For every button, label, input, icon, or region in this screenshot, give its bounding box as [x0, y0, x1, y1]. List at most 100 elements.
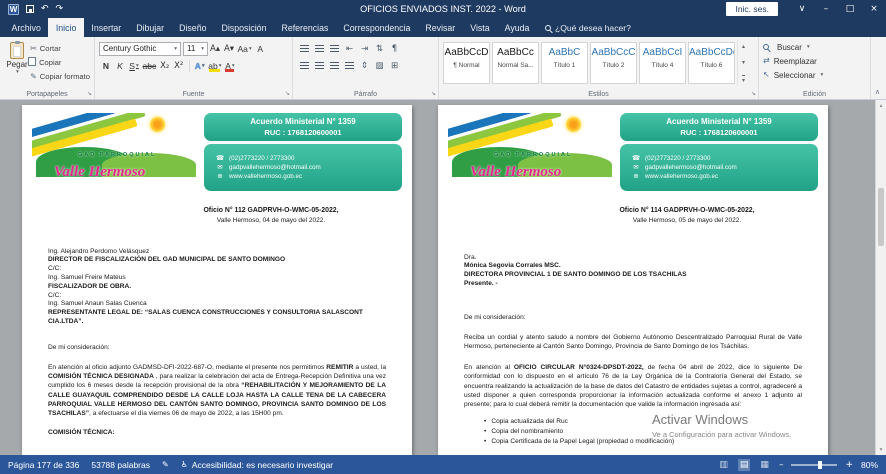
ribbon-tab[interactable]: Insertar — [84, 18, 129, 37]
style-card[interactable]: AaBbCc Normal Sa... — [492, 42, 539, 84]
grow-font-button[interactable]: A▴ — [209, 41, 222, 56]
align-left-button[interactable] — [297, 58, 312, 73]
zoom-slider-thumb[interactable] — [818, 461, 822, 469]
maximize-button[interactable]: □ — [838, 0, 862, 18]
zoom-in-button[interactable]: + — [845, 460, 853, 470]
ribbon-tab[interactable]: Diseño — [172, 18, 214, 37]
style-card[interactable]: AaBbCcI Título 4 — [639, 42, 686, 84]
ribbon-tab[interactable]: Disposición — [214, 18, 274, 37]
sign-in-button[interactable]: Inic. ses. — [726, 2, 778, 16]
letterhead: GAD PARROQUIAL Valle Hermoso Acuerdo Min… — [32, 113, 402, 191]
recipient-line: FISCALIZADOR DE OBRA. — [48, 283, 386, 292]
style-card[interactable]: AaBbCcD ¶ Normal — [443, 42, 490, 84]
scroll-down-icon[interactable]: ▾ — [876, 444, 886, 455]
tell-me-box[interactable]: ¿Qué desea hacer? — [545, 18, 631, 37]
align-right-button[interactable] — [327, 58, 342, 73]
collapse-ribbon-icon[interactable]: ∧ — [875, 88, 880, 96]
dialog-launcher-icon[interactable]: ↘ — [431, 91, 436, 97]
ribbon-tab[interactable]: Inicio — [48, 18, 84, 37]
style-card[interactable]: AaBbCcC Título 2 — [590, 42, 637, 84]
titlebar-controls: Inic. ses. ∨ – □ × — [726, 0, 886, 18]
minimize-button[interactable]: – — [814, 0, 838, 18]
word-count[interactable]: 53788 palabras — [91, 460, 150, 470]
dialog-launcher-icon[interactable]: ↘ — [87, 91, 92, 97]
shrink-font-button[interactable]: A▾ — [223, 41, 236, 56]
superscript-button[interactable]: X² — [172, 58, 185, 73]
show-marks-button[interactable]: ¶ — [387, 41, 402, 56]
ribbon-tab[interactable]: Referencias — [274, 18, 336, 37]
proofing-errors-icon[interactable]: ✎ — [162, 461, 169, 469]
bold-button[interactable]: N — [100, 58, 113, 73]
ribbon-tab[interactable]: Dibujar — [129, 18, 172, 37]
cut-button[interactable]: ✂ Cortar — [30, 42, 90, 55]
dialog-launcher-icon[interactable]: ↘ — [751, 91, 756, 97]
redo-icon[interactable]: ↷ — [56, 5, 64, 14]
print-layout-button[interactable]: ▤ — [738, 459, 751, 471]
clipboard-group: Pegar ▾ ✂ Cortar Copiar ✎ Copiar formato — [0, 37, 95, 99]
close-button[interactable]: × — [862, 0, 886, 18]
sort-button[interactable]: ⇅ — [372, 41, 387, 56]
strikethrough-button[interactable]: abc — [142, 58, 158, 73]
ribbon-tab[interactable]: Revisar — [418, 18, 463, 37]
document-page-2[interactable]: GAD PARROQUIAL Valle Hermoso Acuerdo Min… — [438, 105, 828, 455]
decrease-indent-button[interactable]: ⇤ — [342, 41, 357, 56]
undo-icon[interactable]: ↶ — [41, 5, 49, 14]
document-page-1[interactable]: GAD PARROQUIAL Valle Hermoso Acuerdo Min… — [22, 105, 412, 455]
styles-gallery-scroll: ▴ ▾ ▾ — [737, 40, 749, 86]
ribbon-tab[interactable]: Vista — [463, 18, 497, 37]
accessibility-icon: ♿ — [181, 461, 188, 469]
dialog-launcher-icon[interactable]: ↘ — [285, 91, 290, 97]
shading-button[interactable]: ▨ — [372, 58, 387, 73]
subscript-button[interactable]: X₂ — [158, 58, 171, 73]
zoom-slider[interactable] — [791, 464, 837, 466]
style-card[interactable]: AaBbCcDc Título 6 — [688, 42, 735, 84]
text-effects-button[interactable]: A ▾ — [193, 58, 206, 73]
paragraph-group-label: Párrafo — [293, 91, 438, 98]
zoom-out-button[interactable]: – — [779, 460, 784, 470]
ribbon-display-options-icon[interactable]: ∨ — [790, 0, 814, 18]
numbering-button[interactable] — [312, 41, 327, 56]
format-painter-button[interactable]: ✎ Copiar formato — [30, 70, 90, 83]
align-center-button[interactable] — [312, 58, 327, 73]
search-icon — [763, 44, 769, 50]
editing-group: Buscar ▾ ⇄ Reemplazar ↖ Seleccionar ▾ Ed… — [759, 37, 871, 99]
styles-scroll-up-icon[interactable]: ▴ — [742, 43, 745, 50]
underline-button[interactable]: S ▾ — [128, 58, 141, 73]
page-indicator[interactable]: Página 177 de 336 — [8, 460, 79, 470]
font-name-select[interactable]: Century Gothic ▾ — [99, 42, 181, 56]
replace-button[interactable]: ⇄ Reemplazar — [763, 54, 866, 68]
increase-indent-button[interactable]: ⇥ — [357, 41, 372, 56]
scroll-up-icon[interactable]: ▴ — [876, 100, 886, 111]
paste-button[interactable]: Pegar ▾ — [4, 40, 30, 87]
scrollbar-thumb[interactable] — [878, 188, 884, 246]
copy-button[interactable]: Copiar — [30, 56, 90, 69]
font-color-button[interactable]: A ▾ — [223, 58, 236, 73]
zoom-level[interactable]: 80% — [861, 460, 878, 470]
line-spacing-button[interactable]: ⇕ — [357, 58, 372, 73]
font-size-select[interactable]: 11 ▾ — [183, 42, 208, 56]
letterhead-acuerdo-box: Acuerdo Ministerial N° 1359 RUC : 176812… — [620, 113, 818, 141]
oficio-header: Oficio N° 114 GADPRVH-O-WMC-05-2022, Val… — [570, 207, 804, 224]
clear-formatting-button[interactable]: A — [254, 41, 267, 56]
ribbon-tab[interactable]: Archivo — [4, 18, 48, 37]
change-case-button[interactable]: Aa ▾ — [237, 41, 253, 56]
borders-button[interactable]: ⊞ — [387, 58, 402, 73]
style-card[interactable]: AaBbC Título 1 — [541, 42, 588, 84]
vertical-scrollbar[interactable]: ▴ ▾ — [875, 100, 886, 455]
select-button[interactable]: ↖ Seleccionar ▾ — [763, 68, 866, 82]
bullets-button[interactable] — [297, 41, 312, 56]
web-layout-button[interactable]: ▦ — [758, 459, 771, 471]
save-icon[interactable] — [26, 5, 34, 13]
styles-scroll-down-icon[interactable]: ▾ — [742, 59, 745, 66]
italic-button[interactable]: K — [114, 58, 127, 73]
highlight-color-button[interactable]: ab ▾ — [207, 58, 222, 73]
dropdown-icon: ▾ — [807, 44, 810, 50]
ribbon-tab[interactable]: Correspondencia — [336, 18, 418, 37]
styles-more-icon[interactable]: ▾ — [742, 75, 745, 84]
read-mode-button[interactable]: ▥ — [717, 459, 730, 471]
multilevel-list-button[interactable] — [327, 41, 342, 56]
accessibility-status[interactable]: ♿ Accesibilidad: es necesario investigar — [181, 460, 333, 470]
ribbon-tab[interactable]: Ayuda — [497, 18, 537, 37]
find-button[interactable]: Buscar ▾ — [763, 40, 866, 54]
justify-button[interactable] — [342, 58, 357, 73]
